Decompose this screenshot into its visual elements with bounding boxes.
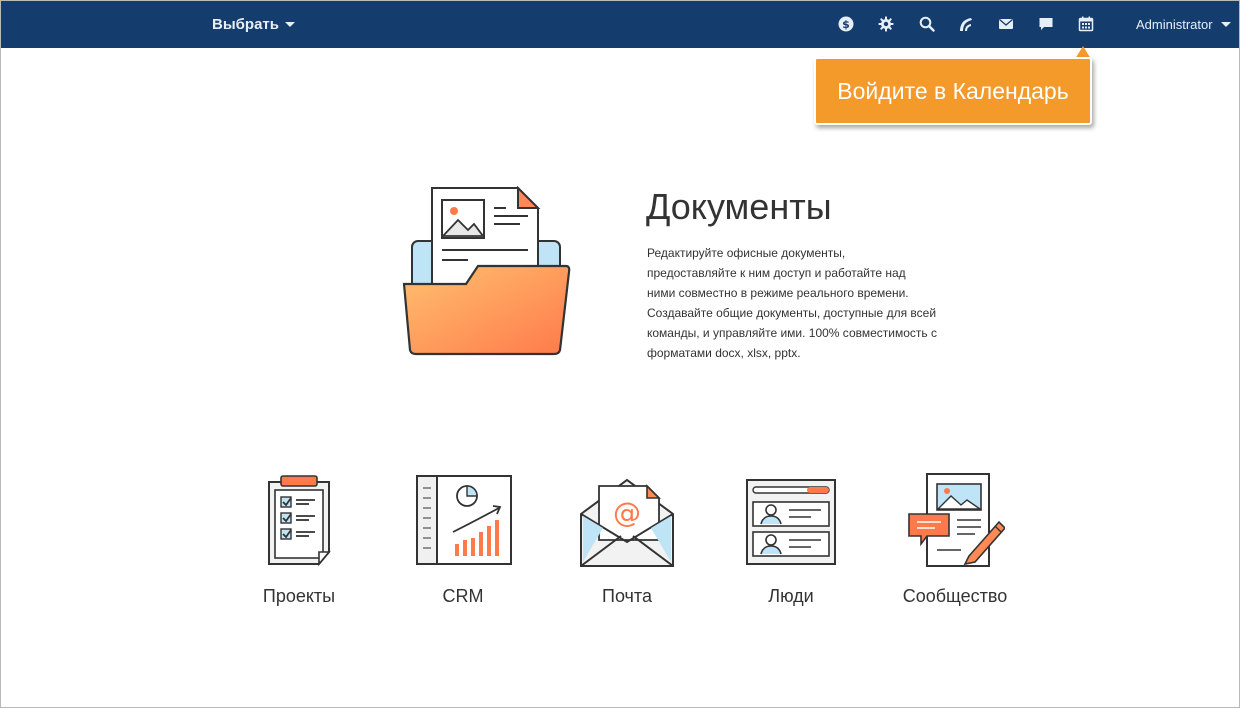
module-label: Сообщество: [902, 586, 1008, 606]
dollar-icon[interactable]: $: [836, 14, 856, 34]
clipboard-checklist-icon: [268, 475, 331, 567]
module-community[interactable]: Сообщество: [880, 470, 1030, 607]
user-name: Administrator: [1136, 17, 1213, 32]
module-label: Почта: [602, 586, 652, 606]
module-select-label: Выбрать: [212, 16, 279, 33]
community-document-icon: [908, 473, 1005, 567]
module-label: Проекты: [262, 586, 336, 606]
module-mail[interactable]: @ Почта: [552, 470, 702, 607]
calendar-icon[interactable]: [1076, 14, 1096, 34]
chevron-down-icon: [284, 22, 295, 27]
module-select-dropdown[interactable]: Выбрать: [212, 16, 295, 33]
people-cards-icon: [746, 479, 836, 565]
feed-icon[interactable]: [956, 14, 976, 34]
module-label: Люди: [768, 586, 814, 606]
gear-icon[interactable]: [876, 14, 896, 34]
documents-folder-illustration: [402, 186, 571, 356]
svg-text:$: $: [842, 18, 850, 31]
user-menu[interactable]: Administrator: [1136, 17, 1231, 32]
module-crm[interactable]: CRM: [388, 470, 538, 607]
tooltip-text: Войдите в Календарь: [837, 77, 1069, 104]
page-title: Документы: [646, 186, 832, 227]
envelope-at-icon: @: [580, 478, 674, 567]
module-people[interactable]: Люди: [716, 470, 866, 607]
module-label: CRM: [442, 586, 484, 606]
svg-text:@: @: [613, 496, 641, 529]
calendar-hint-tooltip: Войдите в Календарь: [814, 57, 1092, 125]
module-projects[interactable]: Проекты: [224, 470, 374, 607]
chat-icon[interactable]: [1036, 14, 1056, 34]
page-description: Редактируйте офисные документы, предоста…: [647, 246, 937, 360]
mail-icon[interactable]: [996, 14, 1016, 34]
chevron-down-icon: [1220, 22, 1231, 27]
search-icon[interactable]: [917, 14, 937, 34]
crm-chart-icon: [416, 475, 512, 565]
top-navigation-bar: Выбрать $ Administrator: [1, 1, 1239, 48]
